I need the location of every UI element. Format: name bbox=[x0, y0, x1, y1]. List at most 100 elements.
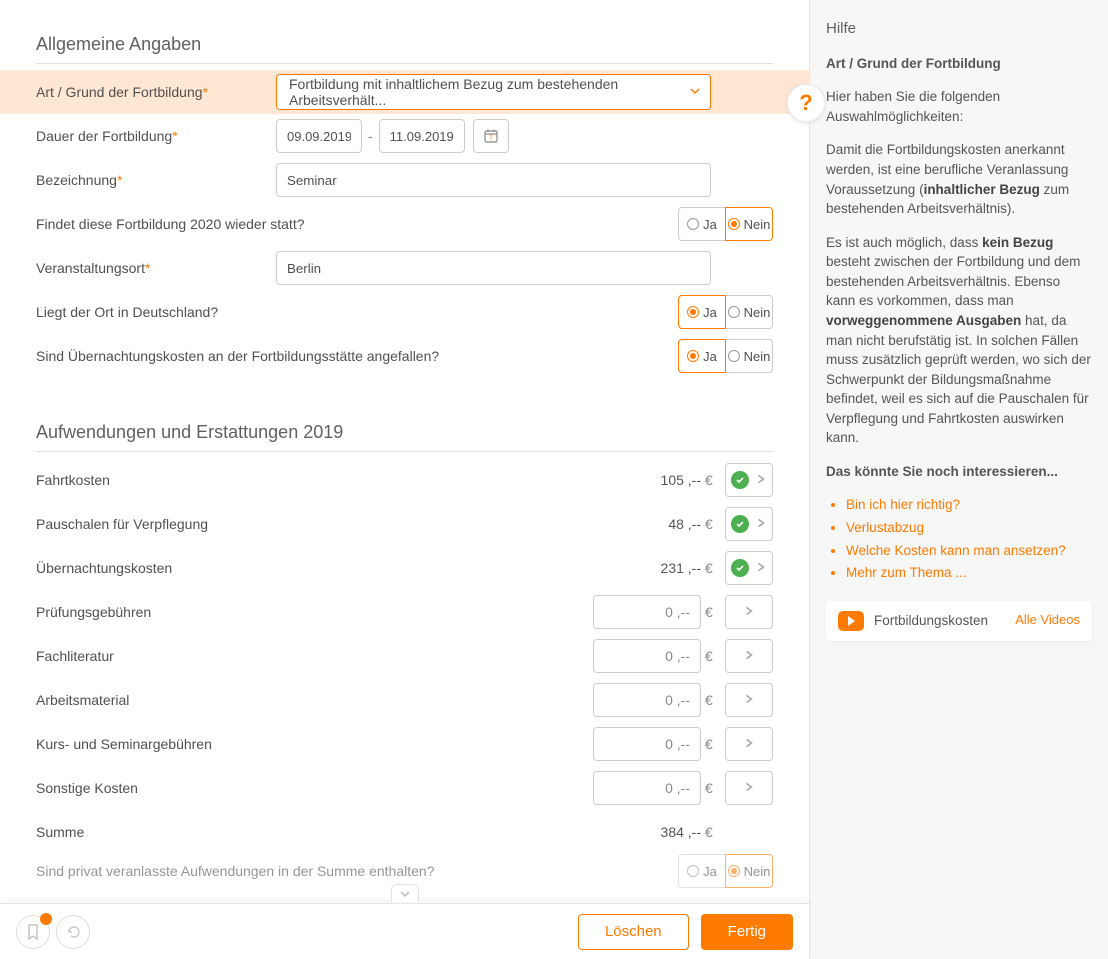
help-interest-title: Das könnte Sie noch interessieren... bbox=[826, 462, 1092, 482]
svg-text:7: 7 bbox=[489, 136, 493, 142]
expense-detail-button[interactable] bbox=[725, 727, 773, 761]
expense-label: Pauschalen für Verpflegung bbox=[36, 516, 641, 532]
done-button[interactable]: Fertig bbox=[701, 914, 793, 950]
row-sum: Summe 384 ,-- € bbox=[36, 810, 773, 854]
input-date-from[interactable] bbox=[276, 119, 362, 153]
radio-again-ja[interactable]: Ja bbox=[678, 207, 726, 241]
radio-privat: Ja Nein bbox=[678, 854, 773, 888]
chevron-right-icon bbox=[743, 780, 755, 796]
help-subtitle: Art / Grund der Fortbildung bbox=[826, 54, 1092, 74]
expense-detail-button[interactable] bbox=[725, 463, 773, 497]
expense-label: Arbeitsmaterial bbox=[36, 692, 593, 708]
currency: € bbox=[705, 736, 717, 752]
input-bezeichnung[interactable] bbox=[276, 163, 711, 197]
currency: € bbox=[705, 560, 717, 576]
expense-input[interactable]: 0 ,-- bbox=[593, 639, 701, 673]
radio-in-de-ja[interactable]: Ja bbox=[678, 295, 726, 329]
label-in-de: Liegt der Ort in Deutschland? bbox=[36, 304, 218, 320]
input-ort[interactable] bbox=[276, 251, 711, 285]
expense-row: Übernachtungskosten 231 ,-- € bbox=[36, 546, 773, 590]
input-date-to[interactable] bbox=[379, 119, 465, 153]
bookmark-badge bbox=[40, 913, 52, 925]
help-links: Bin ich hier richtig? Verlustabzug Welche … bbox=[826, 495, 1092, 582]
row-again: Findet diese Fortbildung 2020 wieder sta… bbox=[36, 202, 773, 246]
expense-detail-button[interactable] bbox=[725, 595, 773, 629]
expense-detail-button[interactable] bbox=[725, 771, 773, 805]
help-bubble-button[interactable]: ? bbox=[787, 84, 825, 122]
expense-row: Sonstige Kosten 0 ,-- € bbox=[36, 766, 773, 810]
currency: € bbox=[705, 648, 717, 664]
label-dauer: Dauer der Fortbildung bbox=[36, 128, 172, 144]
chevron-right-icon bbox=[743, 648, 755, 664]
expense-input[interactable]: 0 ,-- bbox=[593, 683, 701, 717]
help-sidebar: Hilfe Art / Grund der Fortbildung Hier h… bbox=[810, 0, 1108, 959]
radio-uebernacht-nein[interactable]: Nein bbox=[725, 339, 773, 373]
expense-label: Sonstige Kosten bbox=[36, 780, 593, 796]
expense-label: Kurs- und Seminargebühren bbox=[36, 736, 593, 752]
expense-detail-button[interactable] bbox=[725, 507, 773, 541]
label-ort: Veranstaltungsort bbox=[36, 260, 145, 276]
help-p1: Hier haben Sie die folgenden Auswahlmögl… bbox=[826, 87, 1092, 126]
help-link[interactable]: Mehr zum Thema ... bbox=[846, 565, 967, 580]
row-art: Art / Grund der Fortbildung* Fortbildung… bbox=[0, 70, 809, 114]
label-art: Art / Grund der Fortbildung bbox=[36, 84, 203, 100]
bookmark-button[interactable] bbox=[16, 915, 50, 949]
currency: € bbox=[705, 692, 717, 708]
radio-uebernacht-ja[interactable]: Ja bbox=[678, 339, 726, 373]
row-bezeichnung: Bezeichnung* bbox=[36, 158, 773, 202]
expense-row: Kurs- und Seminargebühren 0 ,-- € bbox=[36, 722, 773, 766]
expense-input[interactable]: 0 ,-- bbox=[593, 727, 701, 761]
check-icon bbox=[731, 515, 749, 533]
undo-button[interactable] bbox=[56, 915, 90, 949]
play-icon[interactable] bbox=[838, 611, 864, 631]
radio-privat-ja[interactable]: Ja bbox=[678, 854, 726, 888]
help-p3: Es ist auch möglich, dass kein Bezug bes… bbox=[826, 233, 1092, 448]
chevron-right-icon bbox=[743, 736, 755, 752]
check-icon bbox=[731, 471, 749, 489]
expense-label: Fahrtkosten bbox=[36, 472, 641, 488]
section-general-title: Allgemeine Angaben bbox=[36, 34, 773, 64]
label-again: Findet diese Fortbildung 2020 wieder sta… bbox=[36, 216, 305, 232]
expense-detail-button[interactable] bbox=[725, 683, 773, 717]
help-p2: Damit die Fortbildungskosten anerkannt w… bbox=[826, 140, 1092, 218]
footer: Löschen Fertig bbox=[0, 903, 809, 959]
help-link[interactable]: Welche Kosten kann man ansetzen? bbox=[846, 543, 1066, 558]
all-videos-link[interactable]: Alle Videos bbox=[1015, 611, 1080, 630]
row-privat: Sind privat veranlasste Aufwendungen in … bbox=[36, 854, 773, 888]
scroll-hint-icon[interactable] bbox=[391, 884, 419, 902]
dropdown-art[interactable]: Fortbildung mit inhaltlichem Bezug zum b… bbox=[276, 74, 711, 110]
dropdown-art-value: Fortbildung mit inhaltlichem Bezug zum b… bbox=[289, 76, 680, 108]
currency: € bbox=[705, 472, 717, 488]
expense-row: Fahrtkosten 105 ,-- € bbox=[36, 458, 773, 502]
row-in-de: Liegt der Ort in Deutschland? Ja Nein bbox=[36, 290, 773, 334]
help-link[interactable]: Verlustabzug bbox=[846, 520, 924, 535]
row-dauer: Dauer der Fortbildung* - 7 bbox=[36, 114, 773, 158]
radio-privat-nein[interactable]: Nein bbox=[725, 854, 773, 888]
expense-detail-button[interactable] bbox=[725, 551, 773, 585]
help-link[interactable]: Bin ich hier richtig? bbox=[846, 497, 960, 512]
chevron-right-icon bbox=[743, 692, 755, 708]
expense-label: Übernachtungskosten bbox=[36, 560, 641, 576]
radio-again: Ja Nein bbox=[678, 207, 773, 241]
radio-again-nein[interactable]: Nein bbox=[725, 207, 773, 241]
expense-row: Pauschalen für Verpflegung 48 ,-- € bbox=[36, 502, 773, 546]
currency: € bbox=[705, 824, 717, 840]
label-privat: Sind privat veranlasste Aufwendungen in … bbox=[36, 863, 434, 879]
video-box: Fortbildungskosten Alle Videos bbox=[826, 601, 1092, 641]
expense-input[interactable]: 0 ,-- bbox=[593, 595, 701, 629]
check-icon bbox=[731, 559, 749, 577]
label-bezeichnung: Bezeichnung bbox=[36, 172, 117, 188]
delete-button[interactable]: Löschen bbox=[578, 914, 689, 950]
calendar-button[interactable]: 7 bbox=[473, 119, 509, 153]
label-sum: Summe bbox=[36, 824, 641, 840]
section-expenses-title: Aufwendungen und Erstattungen 2019 bbox=[36, 422, 773, 452]
calendar-icon: 7 bbox=[483, 128, 499, 144]
currency: € bbox=[705, 604, 717, 620]
expense-value: 105 ,-- bbox=[641, 472, 701, 488]
chevron-right-icon bbox=[743, 604, 755, 620]
video-label[interactable]: Fortbildungskosten bbox=[874, 611, 1015, 631]
radio-in-de-nein[interactable]: Nein bbox=[725, 295, 773, 329]
expense-detail-button[interactable] bbox=[725, 639, 773, 673]
expense-input[interactable]: 0 ,-- bbox=[593, 771, 701, 805]
label-uebernacht: Sind Übernachtungskosten an der Fortbild… bbox=[36, 348, 439, 364]
